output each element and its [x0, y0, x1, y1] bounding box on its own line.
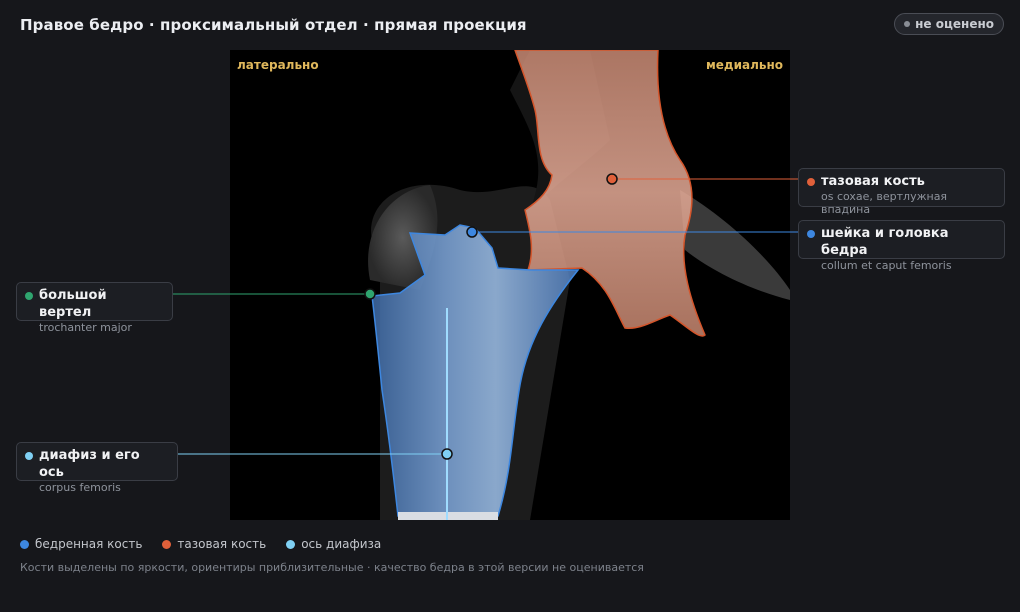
landmark-card-pelvis[interactable]: тазовая кость os coxae, вертлужная впади…: [798, 168, 1005, 216]
femur-swatch-icon: [20, 539, 29, 549]
landmark-name: большой вертел: [39, 288, 107, 320]
landmark-card-trochanter[interactable]: большой вертел trochanter major: [16, 282, 173, 334]
trochanter-dot-icon: [25, 292, 33, 300]
status-dot-icon: [904, 21, 911, 27]
pelvis-swatch-icon: [162, 539, 172, 549]
status-badge: не оценено: [894, 13, 1004, 35]
neck-dot-icon: [807, 230, 815, 238]
pelvis-dot-icon: [807, 178, 815, 186]
legend-label: бедренная кость: [35, 537, 143, 551]
legend-item-pelvis: тазовая кость: [162, 537, 266, 551]
landmark-latin: os coxae, вертлужная впадина: [821, 190, 948, 216]
landmark-card-neck[interactable]: шейка и головка бедра collum et caput fe…: [798, 220, 1005, 272]
page-title: Правое бедро · проксимальный отдел · пря…: [20, 16, 527, 34]
landmark-latin: corpus femoris: [39, 481, 121, 494]
landmark-name: шейка и головка бедра: [821, 226, 949, 258]
legend-item-femur: бедренная кость: [20, 537, 142, 551]
status-badge-label: не оценено: [915, 17, 994, 31]
legend: бедренная кость тазовая кость ось диафиз…: [20, 537, 381, 551]
landmark-name: тазовая кость: [821, 174, 925, 189]
orientation-lateral-label: латерально: [237, 58, 319, 72]
xray-viewer[interactable]: латерально медиально: [230, 50, 790, 520]
legend-label: ось диафиза: [301, 537, 382, 551]
landmark-latin: trochanter major: [39, 321, 132, 334]
footnote: Кости выделены по яркости, ориентиры при…: [20, 561, 644, 574]
shaft-dot-icon: [25, 452, 33, 460]
xray-image: [230, 50, 790, 520]
landmark-card-shaft[interactable]: диафиз и его ось corpus femoris: [16, 442, 178, 494]
legend-label: тазовая кость: [177, 537, 267, 551]
axis-swatch-icon: [286, 539, 296, 549]
orientation-medial-label: медиально: [705, 58, 783, 72]
landmark-latin: collum et caput femoris: [821, 259, 952, 272]
landmark-name: диафиз и его ось: [39, 448, 140, 480]
legend-item-axis: ось диафиза: [286, 537, 381, 551]
